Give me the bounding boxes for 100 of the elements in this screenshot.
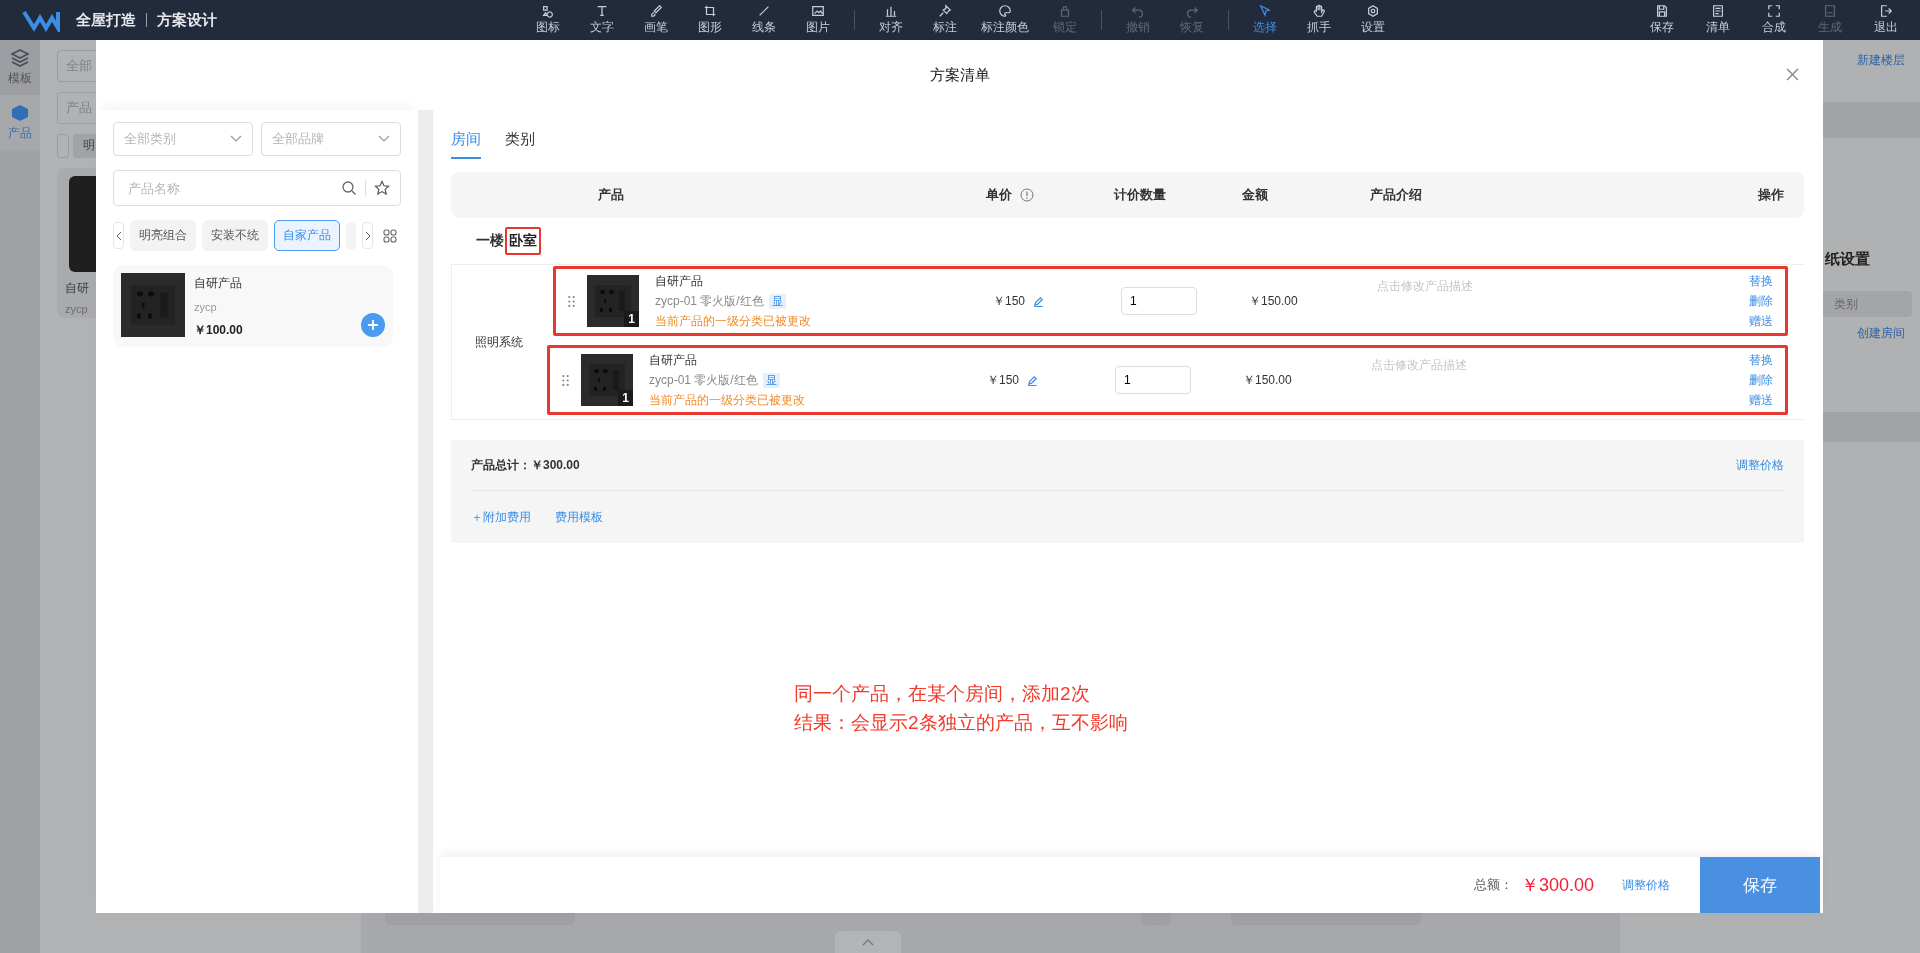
fee-link[interactable]: ＋附加费用	[471, 508, 531, 526]
filter-chip[interactable]: 明亮组合	[130, 220, 196, 251]
grid-icon[interactable]	[383, 228, 397, 243]
rail-tab[interactable]: 模板	[0, 40, 40, 95]
product-name: 自研	[65, 280, 90, 297]
search-icon[interactable]	[341, 180, 357, 196]
save-button[interactable]: 保存	[1700, 857, 1820, 913]
scroll-left-button[interactable]	[113, 222, 124, 249]
star-icon[interactable]	[374, 180, 390, 196]
expand-icon	[1767, 4, 1781, 18]
action-link[interactable]: 替换	[1749, 351, 1773, 369]
toolbar-button[interactable]: 图标	[529, 4, 566, 36]
total-label: 总额：	[1473, 876, 1513, 894]
plus-icon	[367, 319, 379, 331]
rail-tab[interactable]: 产品	[0, 95, 40, 150]
image-icon	[810, 4, 825, 18]
section-title: 纸设置	[1825, 250, 1871, 269]
search-field[interactable]: 产品名称	[113, 170, 401, 206]
palette-icon	[997, 4, 1012, 18]
new-floor-link[interactable]: 新建楼层	[1857, 51, 1905, 69]
product-name: 自研产品	[194, 275, 243, 292]
settings-icon	[1365, 4, 1380, 18]
create-room-link[interactable]: 创建房间	[1857, 325, 1905, 342]
product-name: 自研产品	[649, 351, 698, 369]
toolbar-button[interactable]: 标注	[926, 4, 963, 36]
category-select[interactable]: 全部类别	[113, 122, 253, 156]
toolbar-button[interactable]: 抓手	[1300, 4, 1337, 36]
toolbar-button[interactable]: 清单	[1700, 4, 1736, 36]
product-spec: zycp-01 零火版/红色	[655, 292, 764, 310]
annotation-text: 结果：会显示2条独立的产品，互不影响	[794, 711, 1129, 735]
redo-icon	[1184, 4, 1199, 18]
edit-icon[interactable]	[1027, 374, 1039, 386]
toolbar-button[interactable]: 保存	[1644, 4, 1680, 36]
floor-name: 一楼	[476, 232, 504, 250]
total-amount: ￥300.00	[1520, 874, 1594, 897]
tab[interactable]: 房间	[451, 126, 481, 159]
toolbar-button[interactable]: 退出	[1868, 4, 1904, 36]
layers-icon	[10, 48, 30, 68]
tab[interactable]: 类别	[505, 126, 535, 159]
warning-text: 当前产品的一级分类已被更改	[655, 312, 811, 330]
warning-text: 当前产品的一级分类已被更改	[649, 391, 805, 409]
chevron-down-icon	[230, 135, 242, 143]
product-name: 自研产品	[655, 272, 704, 290]
edit-icon[interactable]	[1033, 295, 1045, 307]
toolbar-button[interactable]: 文字	[583, 4, 620, 36]
caret-icon	[862, 938, 874, 946]
action-link[interactable]: 赠送	[1749, 312, 1773, 330]
annotation-text: 同一个产品，在某个房间，添加2次	[794, 682, 1091, 706]
action-link[interactable]: 删除	[1749, 371, 1773, 389]
toolbar-button[interactable]: 标注颜色	[980, 4, 1029, 36]
document-icon	[1823, 4, 1837, 18]
action-link[interactable]: 删除	[1749, 292, 1773, 310]
column-header: 金额	[1242, 186, 1269, 204]
brush-icon	[648, 4, 663, 18]
quantity-input[interactable]: 1	[1121, 287, 1197, 315]
adjust-price-link[interactable]: 调整价格	[1622, 876, 1670, 894]
quantity-input[interactable]: 1	[1115, 366, 1191, 394]
action-link[interactable]: 赠送	[1749, 391, 1773, 409]
adjust-price-link[interactable]: 调整价格	[1736, 456, 1784, 474]
save-icon	[1655, 4, 1669, 18]
drag-handle-icon[interactable]	[568, 295, 575, 307]
module-name: 方案设计	[157, 10, 217, 30]
product-card[interactable]: 自研产品 zycp ￥100.00	[113, 265, 393, 347]
chevron-right-icon	[364, 230, 371, 241]
count-badge: 1	[624, 311, 639, 327]
shapes-icon	[540, 4, 555, 18]
toolbar-button[interactable]: 选择	[1246, 4, 1283, 36]
amount: ￥150.00	[1243, 371, 1292, 389]
list-icon	[1711, 4, 1725, 18]
toolbar-button[interactable]: 设置	[1354, 4, 1391, 36]
toolbar-button[interactable]: 图片	[799, 4, 836, 36]
fee-link[interactable]: 费用模板	[555, 508, 603, 526]
product-price: ￥100.00	[194, 322, 243, 339]
pin-icon	[937, 4, 952, 18]
group-name: 照明系统	[475, 333, 523, 351]
undo-icon	[1130, 4, 1145, 18]
unit-price: ￥150	[987, 371, 1020, 389]
info-icon[interactable]	[1020, 188, 1034, 202]
add-button[interactable]	[361, 313, 385, 337]
exit-icon	[1879, 4, 1893, 18]
toolbar-button[interactable]: 合成	[1756, 4, 1792, 36]
close-button[interactable]	[1785, 68, 1799, 82]
room-name: 卧室	[505, 227, 541, 255]
product-code: zycp	[65, 303, 89, 315]
product-total: 产品总计：￥300.00	[471, 456, 580, 474]
toolbar-button[interactable]: 图形	[691, 4, 728, 36]
action-link[interactable]: 替换	[1749, 272, 1773, 290]
column-header: 计价数量	[1114, 186, 1167, 204]
product-spec: zycp-01 零火版/红色	[649, 371, 758, 389]
brand-select[interactable]: 全部品牌	[261, 122, 401, 156]
toolbar-button[interactable]: 对齐	[872, 4, 909, 36]
app-name: 全屋打造	[76, 10, 136, 30]
filter-chip[interactable]: 安装不统	[202, 220, 268, 251]
toolbar-button[interactable]: 线条	[745, 4, 782, 36]
cursor-icon	[1257, 4, 1272, 18]
drag-handle-icon[interactable]	[562, 374, 569, 386]
scroll-right-button[interactable]	[362, 222, 373, 249]
align-icon	[883, 4, 898, 18]
toolbar-button[interactable]: 画笔	[637, 4, 674, 36]
filter-chip[interactable]: 自家产品	[274, 220, 340, 251]
